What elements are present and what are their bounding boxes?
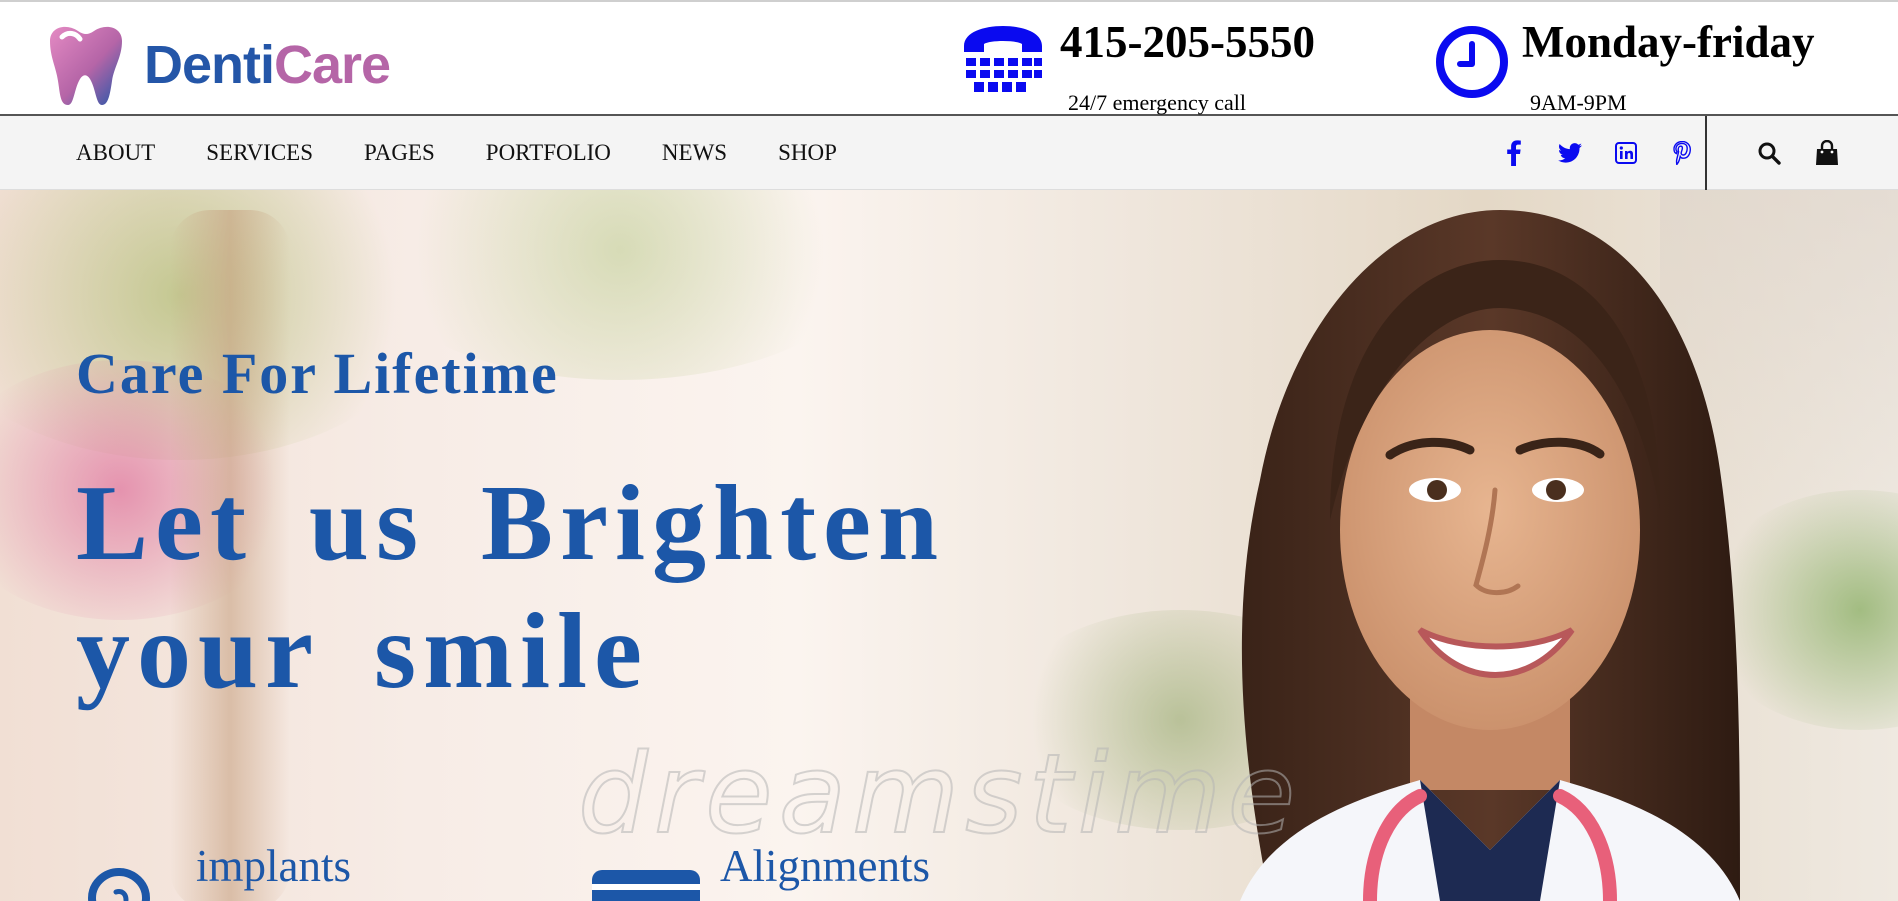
list-card-icon (592, 870, 700, 901)
tooth-logo-icon (50, 26, 122, 106)
nav-item-news[interactable]: NEWS (662, 140, 727, 166)
site-header: DentiCare 415-205-5550 24/7 emergency ca… (0, 0, 1898, 116)
stock-watermark: dreamstime (577, 729, 1302, 859)
social-links (1486, 116, 1710, 190)
nav-divider (1705, 116, 1707, 190)
clock-icon (1436, 26, 1508, 98)
brand-logo[interactable]: DentiCare (40, 22, 430, 108)
opening-hours: Monday-friday 9AM-9PM (1434, 16, 1874, 116)
nav-item-pages[interactable]: PAGES (364, 140, 435, 166)
twitter-link[interactable] (1542, 133, 1598, 173)
feature-implants-label: implants (196, 841, 351, 891)
feature-alignments-label: Alignments (720, 841, 930, 891)
linkedin-icon (1615, 142, 1637, 164)
hero-headline: Let us Brighten your smile (76, 460, 945, 716)
feature-implants[interactable]: implants (86, 840, 506, 901)
twitter-icon (1558, 143, 1582, 163)
emergency-contact: 415-205-5550 24/7 emergency call (960, 16, 1360, 116)
brand-name-part1: Denti (144, 35, 275, 95)
search-icon (1758, 142, 1781, 165)
hero-banner: dreamstime Care For Lifetime Let us Brig… (0, 190, 1898, 901)
phone-caption: 24/7 emergency call (1068, 90, 1246, 115)
facebook-icon (1507, 140, 1521, 166)
hero-headline-line1: Let us Brighten (76, 464, 946, 583)
nav-menu: ABOUT SERVICES PAGES PORTFOLIO NEWS SHOP (76, 116, 888, 190)
nav-tools (1740, 116, 1856, 190)
feature-alignments[interactable]: Alignments (592, 840, 1012, 901)
pinterest-icon (1673, 141, 1691, 165)
main-navbar: ABOUT SERVICES PAGES PORTFOLIO NEWS SHOP (0, 116, 1898, 190)
phone-number[interactable]: 415-205-5550 (1060, 16, 1315, 68)
hours-caption: 9AM-9PM (1530, 90, 1627, 115)
hours-title: Monday-friday (1522, 17, 1815, 67)
hero-headline-line2: your smile (76, 592, 649, 711)
brand-name-part2: Care (274, 35, 391, 95)
nav-item-about[interactable]: ABOUT (76, 140, 155, 166)
tooth-implant-icon (87, 868, 151, 901)
pinterest-link[interactable] (1654, 133, 1710, 173)
telephone-icon (964, 26, 1042, 92)
facebook-link[interactable] (1486, 133, 1542, 173)
brand-name: DentiCare (144, 34, 391, 96)
cart-button[interactable] (1798, 133, 1856, 173)
hero-text: Care For Lifetime (76, 340, 559, 407)
nav-item-services[interactable]: SERVICES (206, 140, 313, 166)
hero-kicker: Care For Lifetime (76, 341, 559, 406)
shopping-bag-icon (1816, 140, 1838, 165)
nav-item-portfolio[interactable]: PORTFOLIO (486, 140, 611, 166)
linkedin-link[interactable] (1598, 133, 1654, 173)
nav-item-shop[interactable]: SHOP (778, 140, 837, 166)
search-button[interactable] (1740, 133, 1798, 173)
